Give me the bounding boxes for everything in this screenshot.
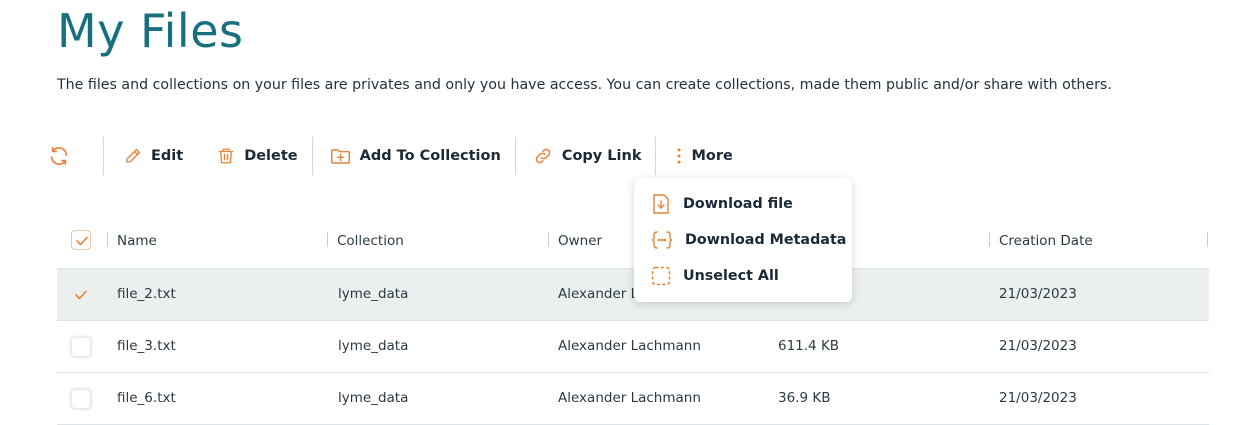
page-title: My Files [57, 4, 244, 58]
column-header-label: Name [117, 233, 157, 249]
unselect-all-menu-item[interactable]: Unselect All [651, 263, 779, 289]
column-header-name[interactable]: Name [107, 232, 157, 249]
column-divider [1207, 232, 1208, 247]
cell-name: file_3.txt [117, 338, 176, 354]
metadata-braces-icon [651, 231, 673, 249]
download-metadata-menu-item[interactable]: Download Metadata [651, 227, 846, 253]
pencil-icon [126, 148, 141, 163]
cell-owner: Alexander Lachmann [558, 338, 701, 354]
column-header-label: Creation Date [999, 233, 1093, 249]
table-row[interactable]: file_2.txt lyme_data Alexander La 21/03/… [57, 269, 1209, 321]
more-dropdown-menu: Download file Download Metadata Unselect… [634, 178, 852, 302]
add-to-collection-button[interactable]: Add To Collection [313, 136, 515, 176]
download-file-icon [653, 194, 669, 214]
table-row[interactable]: file_3.txt lyme_data Alexander Lachmann … [57, 321, 1209, 373]
cell-collection: lyme_data [338, 286, 409, 302]
column-header-label: Owner [558, 233, 603, 249]
cell-date: 21/03/2023 [999, 338, 1077, 354]
cell-size: 611.4 KB [778, 338, 840, 354]
cell-collection: lyme_data [338, 390, 409, 406]
cell-date: 21/03/2023 [999, 390, 1077, 406]
column-header-creation-date[interactable]: Creation Date [989, 232, 1093, 249]
download-file-menu-item[interactable]: Download file [651, 191, 793, 217]
table-header: Name Collection Owner Creation Date [57, 216, 1209, 269]
column-divider [107, 232, 108, 247]
page-description: The files and collections on your files … [57, 77, 1112, 93]
row-checkbox[interactable] [71, 389, 91, 409]
more-button[interactable]: More [656, 136, 746, 176]
copy-link-label: Copy Link [561, 148, 642, 164]
add-to-collection-label: Add To Collection [359, 148, 501, 164]
cell-name: file_6.txt [117, 390, 176, 406]
trash-icon [218, 148, 234, 164]
column-divider [548, 232, 549, 247]
link-icon [535, 148, 551, 164]
edit-label: Edit [151, 148, 184, 164]
refresh-button[interactable] [48, 136, 103, 176]
checkmark-icon [76, 236, 88, 246]
copy-link-button[interactable]: Copy Link [516, 136, 656, 176]
table-row[interactable]: file_6.txt lyme_data Alexander Lachmann … [57, 373, 1209, 425]
folder-plus-icon [330, 149, 350, 164]
cell-collection: lyme_data [338, 338, 409, 354]
column-header-label: Collection [337, 233, 404, 249]
edit-button[interactable]: Edit [104, 136, 209, 176]
delete-button[interactable]: Delete [209, 136, 311, 176]
select-all-checkbox[interactable] [71, 230, 91, 250]
more-label: More [691, 148, 733, 164]
cell-owner: Alexander Lachmann [558, 390, 701, 406]
delete-label: Delete [244, 148, 298, 164]
files-table: Name Collection Owner Creation Date file… [57, 216, 1209, 425]
column-divider [327, 232, 328, 247]
vertical-dots-icon [677, 148, 681, 164]
row-checkbox[interactable] [71, 285, 91, 305]
dashed-square-icon [651, 266, 671, 286]
toolbar: Edit Delete Add To Collection Copy Link … [48, 136, 747, 176]
download-file-label: Download file [683, 196, 793, 212]
column-header-owner[interactable]: Owner [548, 232, 603, 249]
column-divider [989, 232, 990, 247]
cell-date: 21/03/2023 [999, 286, 1077, 302]
column-header-collection[interactable]: Collection [327, 232, 404, 249]
checkmark-icon [75, 290, 87, 300]
row-checkbox[interactable] [71, 337, 91, 357]
cell-size: 36.9 KB [778, 390, 831, 406]
refresh-icon [50, 146, 68, 166]
cell-name: file_2.txt [117, 286, 176, 302]
unselect-all-label: Unselect All [683, 268, 779, 284]
download-metadata-label: Download Metadata [685, 232, 847, 248]
